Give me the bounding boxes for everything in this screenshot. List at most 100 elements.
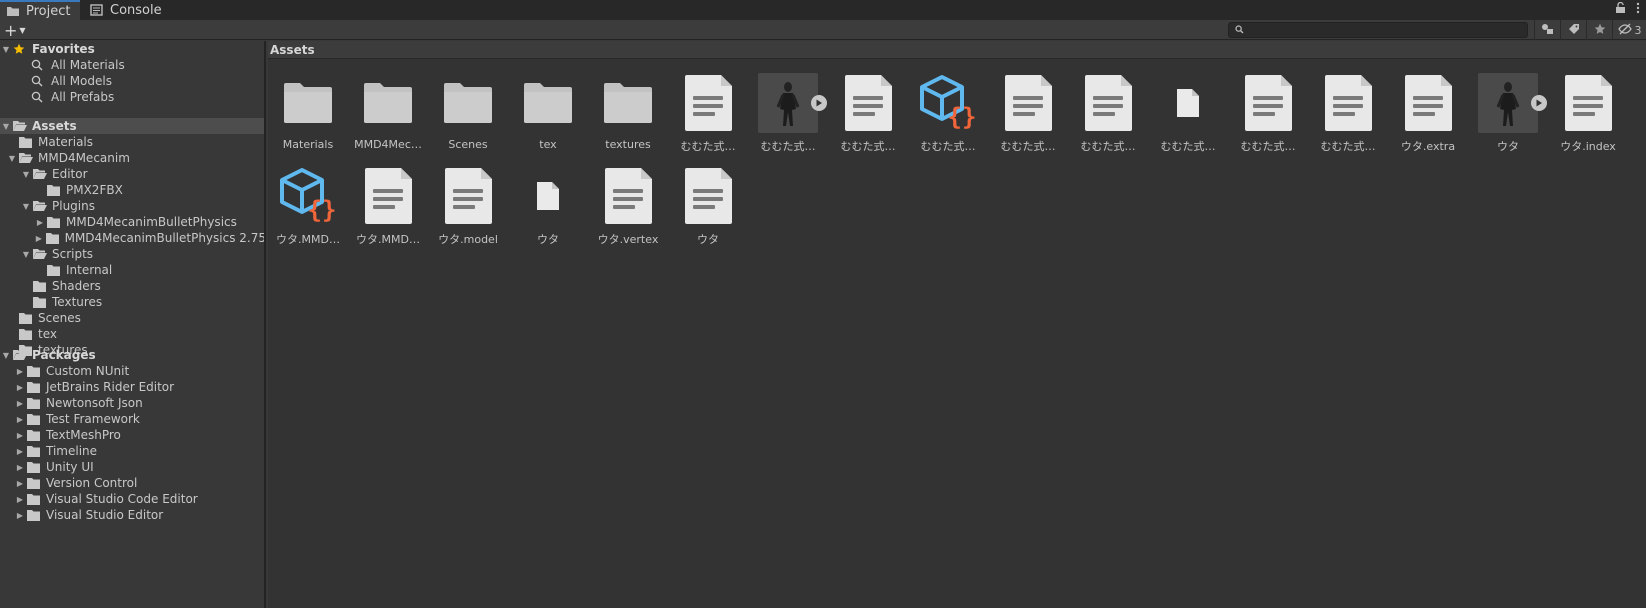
assets-root[interactable]: ▼ Assets bbox=[0, 118, 264, 134]
expand-arrow-icon[interactable]: ▶ bbox=[14, 479, 26, 488]
sidebar-package-item[interactable]: ▶ Visual Studio Code Editor bbox=[0, 491, 264, 507]
expand-arrow-icon[interactable]: ▼ bbox=[0, 122, 12, 131]
breadcrumb-assets[interactable]: Assets bbox=[270, 43, 315, 57]
expand-arrow-icon[interactable]: ▶ bbox=[14, 431, 26, 440]
asset-item[interactable]: むむた式… bbox=[1148, 65, 1228, 155]
folder-icon bbox=[26, 493, 42, 505]
favorites-header[interactable]: ▼ Favorites bbox=[0, 41, 264, 57]
lock-icon[interactable] bbox=[1615, 1, 1626, 17]
asset-item[interactable]: {} ウタ.MMD… bbox=[268, 158, 348, 248]
asset-folder-item[interactable]: Scenes bbox=[428, 65, 508, 155]
asset-item[interactable]: ウタ.index bbox=[1548, 65, 1628, 155]
asset-folder-item[interactable]: tex bbox=[508, 65, 588, 155]
expand-arrow-icon[interactable]: ▼ bbox=[20, 202, 32, 211]
expand-arrow-icon[interactable]: ▼ bbox=[0, 45, 12, 54]
tree-item-label: Scenes bbox=[38, 311, 81, 325]
asset-item[interactable]: ウタ bbox=[1468, 65, 1548, 155]
sidebar-folder-item[interactable]: ▼ MMD4Mecanim bbox=[0, 150, 264, 166]
favorite-search-item[interactable]: All Prefabs bbox=[0, 89, 264, 105]
save-search-button[interactable] bbox=[1586, 20, 1612, 40]
expand-subassets-button[interactable] bbox=[1531, 95, 1547, 111]
expand-arrow-icon[interactable]: ▶ bbox=[14, 495, 26, 504]
asset-item[interactable]: ウタ bbox=[508, 158, 588, 248]
folder-icon bbox=[26, 509, 42, 521]
asset-item[interactable]: むむた式… bbox=[1068, 65, 1148, 155]
search-input[interactable] bbox=[1248, 23, 1508, 37]
sidebar-package-item[interactable]: ▶ Timeline bbox=[0, 443, 264, 459]
asset-item[interactable]: むむた式… bbox=[668, 65, 748, 155]
sidebar-folder-item[interactable]: Textures bbox=[0, 294, 264, 310]
hidden-packages-toggle[interactable]: 3 bbox=[1612, 20, 1646, 40]
asset-item[interactable]: むむた式… bbox=[828, 65, 908, 155]
sidebar-package-item[interactable]: ▶ Visual Studio Editor bbox=[0, 507, 264, 523]
search-by-label-button[interactable] bbox=[1560, 20, 1586, 40]
asset-item[interactable]: ウタ.MMD… bbox=[348, 158, 428, 248]
sidebar-package-item[interactable]: ▶ JetBrains Rider Editor bbox=[0, 379, 264, 395]
asset-item[interactable]: {} むむた式… bbox=[908, 65, 988, 155]
expand-arrow-icon[interactable]: ▼ bbox=[20, 250, 32, 259]
expand-arrow-icon[interactable]: ▼ bbox=[6, 154, 18, 163]
asset-label: textures bbox=[605, 138, 651, 151]
sidebar-folder-item[interactable]: PMX2FBX bbox=[0, 182, 264, 198]
favorite-search-item[interactable]: All Materials bbox=[0, 57, 264, 73]
expand-arrow-icon[interactable]: ▶ bbox=[14, 399, 26, 408]
plus-icon: + bbox=[4, 20, 18, 40]
model-icon bbox=[1478, 73, 1538, 133]
asset-item[interactable]: ウタ bbox=[668, 158, 748, 248]
folder-icon bbox=[278, 73, 338, 133]
project-sidebar: ▼ Favorites All Materials All Models All P… bbox=[0, 41, 266, 608]
expand-arrow-icon[interactable]: ▶ bbox=[14, 511, 26, 520]
expand-subassets-button[interactable] bbox=[811, 95, 827, 111]
text-file-icon bbox=[678, 73, 738, 133]
create-asset-button[interactable]: + ▼ bbox=[4, 20, 34, 40]
asset-item[interactable]: むむた式… bbox=[1228, 65, 1308, 155]
favorite-search-item[interactable]: All Models bbox=[0, 73, 264, 89]
sidebar-package-item[interactable]: ▶ Unity UI bbox=[0, 459, 264, 475]
expand-arrow-icon[interactable]: ▶ bbox=[14, 367, 26, 376]
expand-arrow-icon[interactable]: ▶ bbox=[34, 218, 46, 227]
sidebar-folder-item[interactable]: ▼ Plugins bbox=[0, 198, 264, 214]
search-by-type-button[interactable] bbox=[1534, 20, 1560, 40]
sidebar-folder-item[interactable]: Materials bbox=[0, 134, 264, 150]
folder-icon bbox=[26, 381, 42, 393]
expand-arrow-icon[interactable]: ▶ bbox=[14, 383, 26, 392]
sidebar-package-item[interactable]: ▶ Version Control bbox=[0, 475, 264, 491]
asset-label: ウタ bbox=[697, 233, 719, 246]
expand-arrow-icon[interactable]: ▶ bbox=[14, 463, 26, 472]
sidebar-folder-item[interactable]: ▼ Editor bbox=[0, 166, 264, 182]
asset-item[interactable]: むむた式… bbox=[748, 65, 828, 155]
sidebar-package-item[interactable]: ▶ Newtonsoft Json bbox=[0, 395, 264, 411]
sidebar-folder-item[interactable]: ▶ MMD4MecanimBulletPhysics 2.75 bbox=[0, 230, 264, 246]
sidebar-package-item[interactable]: ▶ Test Framework bbox=[0, 411, 264, 427]
asset-item[interactable]: むむた式… bbox=[1308, 65, 1388, 155]
expand-arrow-icon[interactable]: ▶ bbox=[14, 415, 26, 424]
expand-arrow-icon[interactable]: ▼ bbox=[20, 170, 32, 179]
tab-project[interactable]: Project bbox=[0, 0, 81, 20]
asset-folder-item[interactable]: textures bbox=[588, 65, 668, 155]
tree-item-label: JetBrains Rider Editor bbox=[46, 380, 175, 394]
packages-root[interactable]: ▼ Packages bbox=[0, 347, 264, 363]
assets-label: Assets bbox=[32, 119, 77, 133]
asset-item[interactable]: むむた式… bbox=[988, 65, 1068, 155]
asset-folder-item[interactable]: Materials bbox=[268, 65, 348, 155]
expand-arrow-icon[interactable]: ▶ bbox=[33, 234, 45, 243]
sidebar-folder-item[interactable]: Shaders bbox=[0, 278, 264, 294]
expand-arrow-icon[interactable]: ▼ bbox=[0, 351, 12, 360]
search-field[interactable] bbox=[1228, 22, 1528, 38]
sidebar-folder-item[interactable]: ▼ Scripts bbox=[0, 246, 264, 262]
sidebar-package-item[interactable]: ▶ TextMeshPro bbox=[0, 427, 264, 443]
sidebar-folder-item[interactable]: Internal bbox=[0, 262, 264, 278]
sidebar-folder-item[interactable]: tex bbox=[0, 326, 264, 342]
asset-item[interactable]: ウタ.vertex bbox=[588, 158, 668, 248]
asset-item[interactable]: ウタ.model bbox=[428, 158, 508, 248]
sidebar-folder-item[interactable]: ▶ MMD4MecanimBulletPhysics bbox=[0, 214, 264, 230]
expand-arrow-icon[interactable]: ▶ bbox=[14, 447, 26, 456]
asset-folder-item[interactable]: MMD4Mec… bbox=[348, 65, 428, 155]
asset-item[interactable]: ウタ.extra bbox=[1388, 65, 1468, 155]
hidden-packages-count: 3 bbox=[1634, 23, 1642, 37]
tab-console[interactable]: Console bbox=[84, 0, 172, 20]
sidebar-folder-item[interactable]: Scenes bbox=[0, 310, 264, 326]
kebab-menu-icon[interactable] bbox=[1636, 2, 1640, 17]
tree-item-label: Unity UI bbox=[46, 460, 94, 474]
sidebar-package-item[interactable]: ▶ Custom NUnit bbox=[0, 363, 264, 379]
